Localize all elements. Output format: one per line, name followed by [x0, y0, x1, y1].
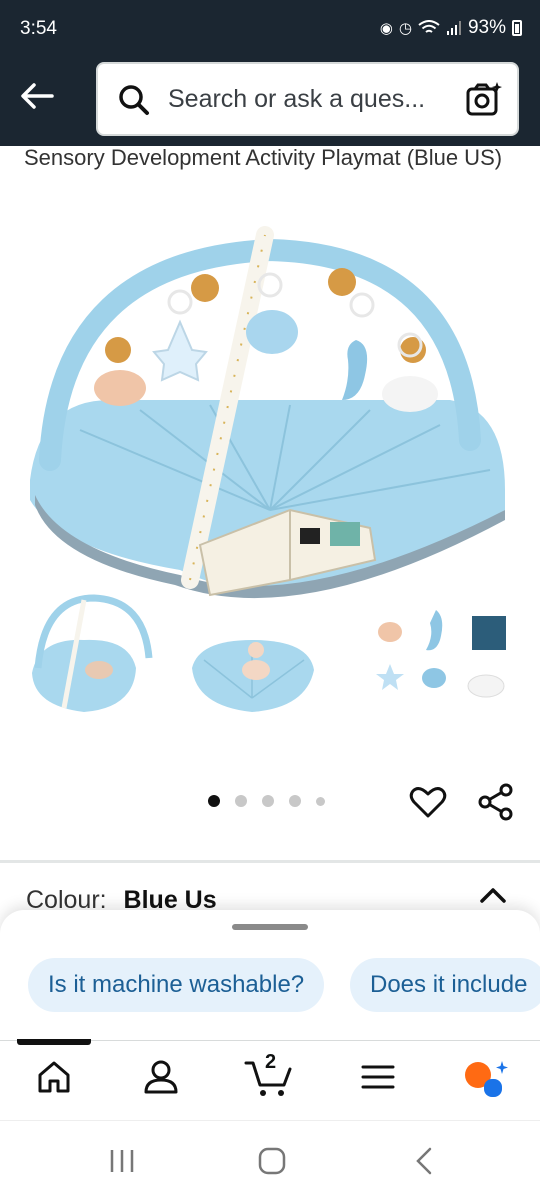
back-arrow-icon — [21, 83, 54, 109]
back-button[interactable] — [18, 78, 58, 114]
product-thumbnails — [32, 594, 506, 712]
cart-button[interactable]: 2 — [244, 1051, 294, 1099]
battery-percent: 93% — [467, 17, 506, 38]
system-nav — [0, 1120, 540, 1200]
menu-icon[interactable] — [360, 1059, 396, 1095]
status-bar: 3:54 ◉ ◷ 93% — [0, 0, 540, 60]
pager-dot[interactable] — [208, 795, 220, 807]
section-divider — [0, 860, 540, 863]
pager-dot[interactable] — [316, 796, 325, 806]
active-tab-indicator — [17, 1039, 91, 1045]
status-icons: ◉ ◷ 93% — [380, 17, 522, 39]
back-chevron-icon[interactable] — [412, 1147, 436, 1175]
rufus-icon[interactable] — [462, 1059, 510, 1099]
pager-dot[interactable] — [262, 795, 274, 807]
top-header: 3:54 ◉ ◷ 93% Search or ask a ques... — [0, 0, 540, 146]
share-icon[interactable] — [476, 782, 516, 822]
cart-count: 2 — [265, 1051, 277, 1073]
search-placeholder: Search or ask a ques... — [168, 85, 426, 113]
wishlist-heart-icon[interactable] — [408, 782, 448, 822]
pager-dot[interactable] — [235, 795, 247, 807]
suggestions-sheet: Is it machine washable? Does it include — [0, 910, 540, 1040]
home-icon[interactable] — [36, 1059, 72, 1095]
product-title: Sensory Development Activity Playmat (Bl… — [24, 145, 503, 170]
suggestion-chip[interactable]: Does it include — [350, 958, 540, 1012]
chevron-up-icon[interactable] — [478, 884, 508, 906]
sheet-drag-handle[interactable] — [232, 924, 308, 930]
home-circle-icon[interactable] — [258, 1147, 286, 1175]
notification-icon: ◉ — [379, 20, 393, 37]
battery-icon — [512, 20, 522, 36]
search-input[interactable]: Search or ask a ques... — [96, 62, 519, 136]
alarm-icon: ◷ — [398, 20, 412, 37]
thumbnail-3[interactable] — [376, 610, 506, 698]
wifi-icon — [418, 20, 440, 33]
recents-icon[interactable] — [108, 1147, 136, 1175]
camera-search-icon[interactable] — [465, 80, 503, 118]
status-time: 3:54 — [20, 18, 57, 39]
thumbnail-1[interactable] — [32, 594, 153, 712]
thumbnail-2[interactable] — [192, 640, 314, 712]
signal-icon — [446, 21, 461, 35]
account-icon[interactable] — [142, 1059, 180, 1095]
pager-dot[interactable] — [289, 795, 301, 807]
bottom-nav: 2 — [0, 1039, 540, 1120]
image-pager — [208, 795, 325, 807]
suggestion-chip[interactable]: Is it machine washable? — [28, 958, 325, 1012]
product-main-image[interactable] — [0, 210, 540, 620]
search-icon — [119, 85, 149, 115]
